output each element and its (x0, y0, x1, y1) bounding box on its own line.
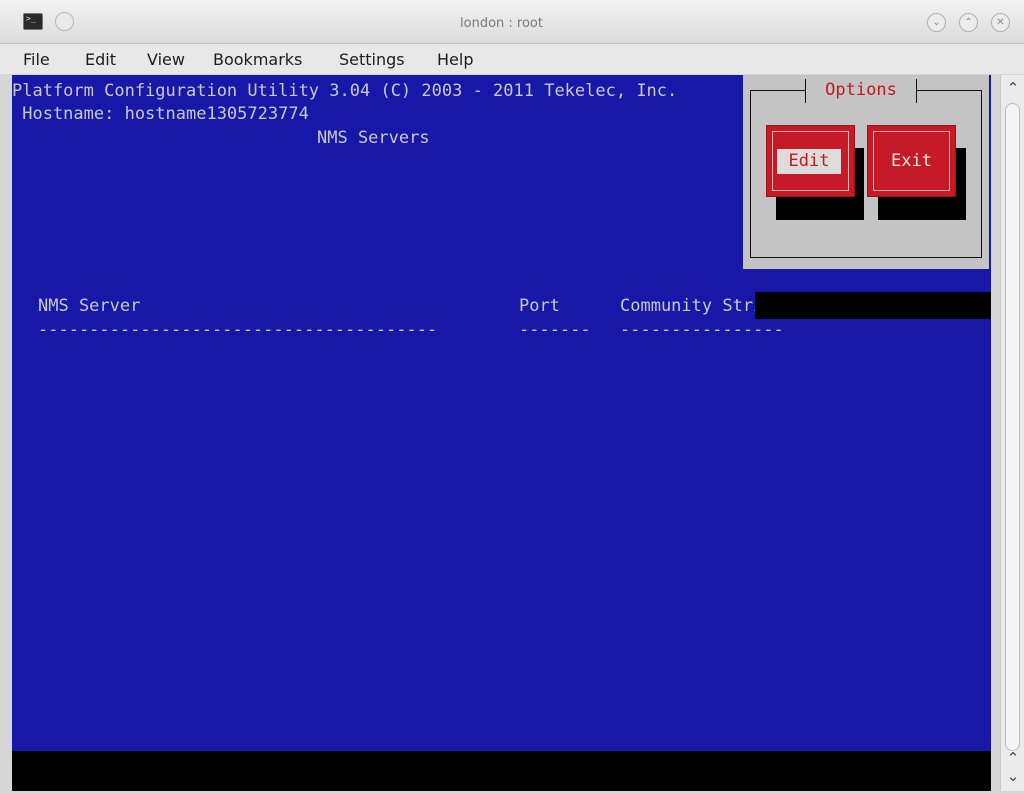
window-titlebar: >_ london : root ⌄ ⌃ ✕ (0, 0, 1024, 44)
edit-button-label: Edit (777, 149, 841, 174)
scroll-down-icon[interactable]: ⌄ (1001, 767, 1024, 785)
edit-button[interactable]: Edit (766, 125, 855, 197)
menu-file[interactable]: File (23, 50, 50, 69)
options-dialog: Options Edit Exit (743, 75, 989, 269)
dialog-shadow (755, 292, 991, 319)
column-separator: --------------------------------------- (38, 320, 438, 340)
scrollbar-track[interactable] (1005, 103, 1020, 751)
screen-title: NMS Servers (317, 128, 430, 148)
menu-help[interactable]: Help (437, 50, 473, 69)
column-header-nms-server: NMS Server (38, 296, 141, 316)
dialog-title: Options (805, 79, 917, 103)
close-icon[interactable]: ✕ (991, 13, 1010, 32)
menubar: File Edit View Bookmarks Settings Help (0, 44, 1024, 74)
terminal-scrollbar[interactable]: ⌃ ⌃ ⌄ (1000, 75, 1024, 791)
menu-bookmarks[interactable]: Bookmarks (213, 50, 302, 69)
exit-button[interactable]: Exit (867, 125, 956, 197)
terminal-view[interactable]: Platform Configuration Utility 3.04 (C) … (12, 75, 991, 791)
hostname-line: Hostname: hostname1305723774 (12, 104, 309, 124)
scroll-up-icon[interactable]: ⌃ (1001, 749, 1024, 767)
menu-settings[interactable]: Settings (339, 50, 405, 69)
menu-view[interactable]: View (147, 50, 185, 69)
column-separator: ------- (519, 320, 591, 340)
window-title: london : root (460, 16, 543, 31)
column-separator: ---------------- (620, 320, 784, 340)
exit-button-label: Exit (891, 151, 932, 171)
scroll-up-icon[interactable]: ⌃ (1001, 79, 1024, 97)
maximize-icon[interactable]: ⌃ (959, 13, 978, 32)
column-header-port: Port (519, 296, 560, 316)
minimize-icon[interactable]: ⌄ (927, 13, 946, 32)
menu-edit[interactable]: Edit (85, 50, 116, 69)
header-line: Platform Configuration Utility 3.04 (C) … (12, 81, 678, 101)
